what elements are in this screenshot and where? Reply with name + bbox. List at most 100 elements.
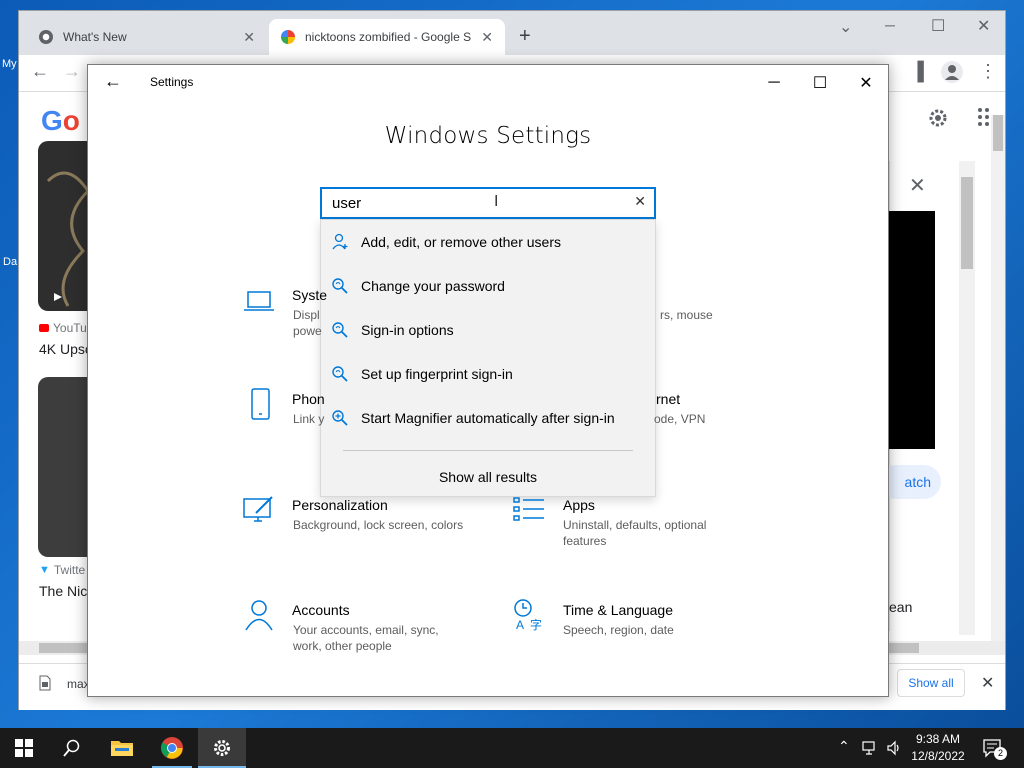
category-desc: powe: [293, 324, 322, 338]
google-logo[interactable]: Go: [41, 105, 80, 137]
suggestion-item[interactable]: Change your password: [321, 264, 655, 308]
category-desc: ode, VPN: [654, 412, 706, 426]
search-input[interactable]: [332, 194, 622, 212]
settings-gear-icon[interactable]: [927, 107, 949, 132]
maximize-button[interactable]: ☐: [797, 69, 843, 97]
show-hidden-icons-button[interactable]: ⌃: [838, 738, 850, 755]
panel-scroll-thumb[interactable]: [961, 177, 973, 269]
clear-search-icon[interactable]: ✕: [634, 193, 646, 210]
side-panel-icon[interactable]: ▐: [911, 61, 924, 82]
tab-close-icon[interactable]: ✕: [243, 29, 255, 46]
result-source: YouTu: [39, 321, 87, 335]
back-button[interactable]: ←: [31, 61, 49, 82]
category-system[interactable]: [242, 285, 276, 322]
desktop-icon-label[interactable]: Da: [3, 256, 17, 268]
clock-date[interactable]: 12/8/2022: [906, 749, 970, 763]
chrome-menu-button[interactable]: ⋮: [979, 61, 997, 82]
new-tab-button[interactable]: +: [519, 25, 531, 48]
category-accounts[interactable]: [242, 597, 276, 634]
panel-close-icon[interactable]: ✕: [909, 173, 926, 198]
key-search-icon: [332, 366, 348, 382]
close-button[interactable]: ✕: [977, 16, 990, 36]
suggestion-label: Sign-in options: [361, 322, 454, 338]
gear-icon: [214, 740, 230, 756]
suggestion-label: Change your password: [361, 278, 505, 294]
start-button[interactable]: [0, 728, 48, 768]
suggestion-item[interactable]: Sign-in options: [321, 308, 655, 352]
back-arrow-icon[interactable]: ←: [104, 71, 122, 92]
category-title[interactable]: Syste: [292, 287, 327, 303]
tab-whats-new[interactable]: What's New ✕: [27, 19, 267, 55]
tab-title: nicktoons zombified - Google Se: [305, 30, 472, 44]
category-desc: Displ: [293, 308, 320, 322]
laptop-icon: [244, 291, 274, 311]
person-icon: [245, 600, 273, 631]
settings-taskbar-button[interactable]: [198, 728, 246, 768]
file-explorer-button[interactable]: [98, 728, 146, 768]
notification-center-button[interactable]: 2: [982, 738, 1007, 761]
close-button[interactable]: ✕: [843, 69, 889, 97]
svg-text:A: A: [516, 618, 524, 631]
tab-google-search[interactable]: nicktoons zombified - Google Se ✕: [269, 19, 505, 55]
tab-strip: What's New ✕ nicktoons zombified - Googl…: [19, 11, 1005, 55]
category-title[interactable]: Personalization: [292, 497, 388, 513]
search-button[interactable]: [48, 728, 96, 768]
category-title[interactable]: Phon: [292, 391, 325, 407]
category-time-language[interactable]: A字: [512, 597, 546, 634]
suggestion-item[interactable]: Set up fingerprint sign-in: [321, 352, 655, 396]
tab-close-icon[interactable]: ✕: [481, 29, 493, 46]
category-desc: Link y: [293, 412, 325, 426]
forward-button[interactable]: →: [63, 61, 81, 82]
page-scrollbar[interactable]: [991, 115, 1005, 643]
key-search-icon: [332, 278, 348, 294]
magnifier-icon: [332, 410, 348, 426]
result-title[interactable]: The Nic: [39, 583, 87, 599]
suggestions-divider: [343, 450, 633, 451]
suggestion-item[interactable]: Start Magnifier automatically after sign…: [321, 396, 655, 440]
apps-grid-icon[interactable]: [977, 107, 991, 130]
close-download-bar-icon[interactable]: ✕: [981, 673, 994, 693]
taskbar: ⌃ 9:38 AM 12/8/2022 2: [0, 728, 1024, 768]
volume-icon[interactable]: [886, 740, 902, 759]
suggestion-item[interactable]: Add, edit, or remove other users: [321, 220, 655, 264]
folder-icon: [111, 741, 133, 756]
result-title[interactable]: 4K Upsc: [39, 341, 92, 357]
category-title[interactable]: rnet: [656, 391, 680, 407]
network-icon[interactable]: [862, 740, 880, 759]
minimize-button[interactable]: ─: [885, 17, 895, 33]
category-desc: Speech, region, date: [563, 623, 674, 637]
svg-text:字: 字: [530, 617, 542, 631]
category-apps[interactable]: [512, 493, 546, 530]
settings-search-box[interactable]: ✕ Ι: [320, 187, 656, 219]
video-player[interactable]: [889, 211, 935, 449]
show-all-downloads-button[interactable]: Show all: [897, 669, 965, 697]
clock-time[interactable]: 9:38 AM: [906, 732, 970, 746]
category-desc: features: [563, 534, 607, 548]
category-desc: Uninstall, defaults, optional: [563, 518, 707, 532]
show-all-results-button[interactable]: Show all results: [321, 460, 655, 494]
paintbrush-icon: [243, 496, 273, 522]
chrome-favicon-icon: [39, 30, 53, 44]
maximize-button[interactable]: ☐: [931, 16, 945, 36]
file-icon: [39, 675, 51, 694]
category-desc: Background, lock screen, colors: [293, 518, 464, 532]
side-text: ean: [889, 599, 913, 615]
category-phone[interactable]: [244, 387, 278, 424]
settings-window: ← Settings ─ ☐ ✕ Windows Settings ✕ Ι Ad…: [87, 64, 889, 697]
minimize-button[interactable]: ─: [751, 69, 797, 97]
windows-logo-icon: [15, 739, 33, 757]
user-add-icon: [332, 233, 348, 250]
category-personalization[interactable]: [242, 493, 276, 530]
category-title[interactable]: Apps: [563, 497, 595, 513]
phone-icon: [251, 388, 270, 420]
tab-search-button[interactable]: ⌄: [839, 17, 852, 37]
category-title[interactable]: Accounts: [292, 602, 350, 618]
chrome-taskbar-button[interactable]: [148, 728, 196, 768]
suggestion-label: Add, edit, or remove other users: [361, 234, 561, 250]
desktop-icon-label[interactable]: My: [2, 58, 17, 70]
text-cursor-icon: Ι: [494, 193, 499, 210]
category-title[interactable]: Time & Language: [563, 602, 673, 618]
profile-avatar[interactable]: [941, 61, 963, 83]
page-scroll-thumb[interactable]: [993, 115, 1003, 151]
notification-count-badge: 2: [994, 747, 1007, 760]
